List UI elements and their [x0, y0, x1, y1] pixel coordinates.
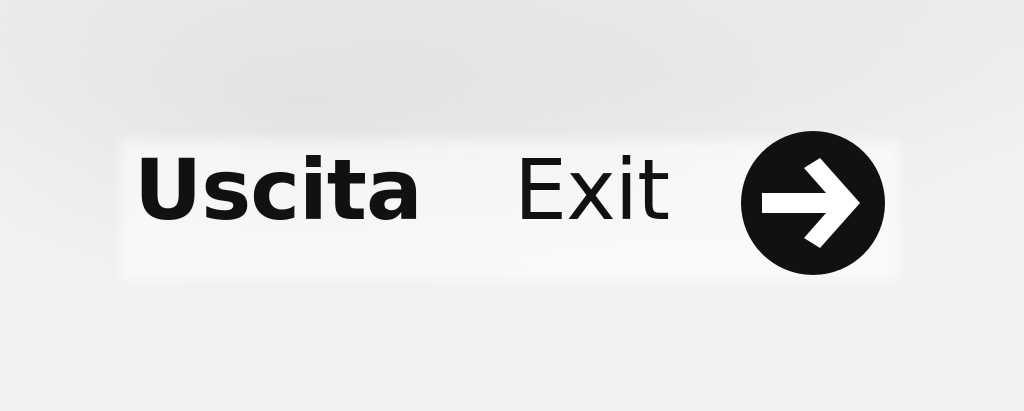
exit-label-english: Exit	[514, 141, 670, 239]
exit-label-italian: Uscita	[134, 141, 423, 239]
arrow-right-icon	[741, 131, 885, 275]
exit-sign: Uscita Exit	[0, 0, 1024, 411]
